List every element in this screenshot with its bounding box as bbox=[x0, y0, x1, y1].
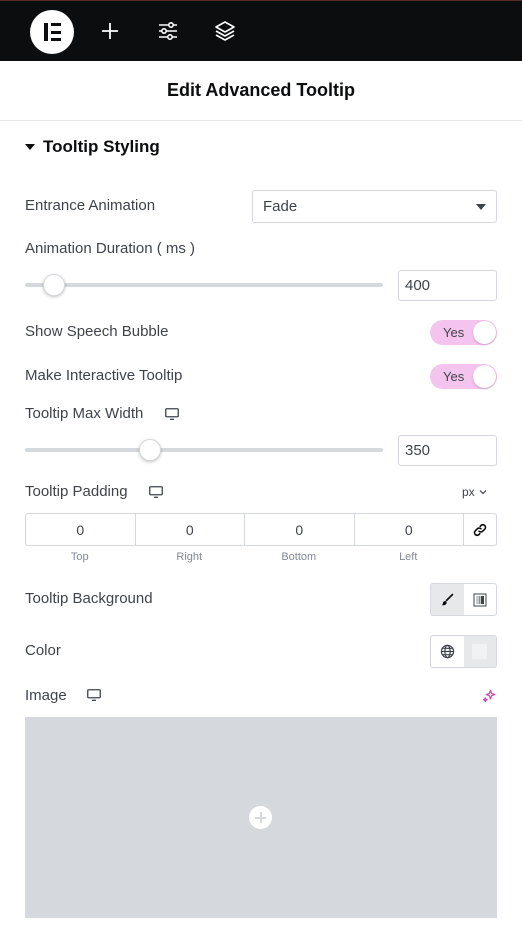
chevron-down-icon bbox=[479, 490, 487, 495]
paint-brush-icon bbox=[441, 593, 454, 605]
global-colors-button[interactable] bbox=[431, 636, 464, 667]
entrance-animation-select[interactable]: Fade bbox=[252, 190, 497, 223]
gradient-icon bbox=[473, 593, 487, 606]
settings-sliders-icon[interactable] bbox=[156, 19, 180, 43]
padding-right-label: Right bbox=[176, 551, 203, 563]
interactive-tooltip-toggle[interactable]: Yes bbox=[430, 364, 497, 389]
color-swatch bbox=[472, 644, 488, 659]
panel-title: Edit Advanced Tooltip bbox=[167, 80, 355, 100]
padding-side-labels: Top Right Bottom Left bbox=[25, 551, 463, 563]
entrance-animation-label: Entrance Animation bbox=[25, 197, 156, 214]
padding-top-label: Top bbox=[70, 551, 89, 563]
section-toggle-tooltip-styling[interactable]: Tooltip Styling bbox=[25, 137, 160, 157]
padding-left-label: Left bbox=[399, 551, 418, 563]
desktop-monitor-icon[interactable] bbox=[87, 689, 101, 701]
padding-unit-value: px bbox=[462, 485, 475, 499]
interactive-tooltip-toggle-label: Yes bbox=[443, 369, 465, 384]
toggle-knob bbox=[473, 321, 496, 344]
background-gradient-button[interactable] bbox=[464, 584, 497, 615]
background-label: Tooltip Background bbox=[25, 590, 153, 607]
desktop-monitor-icon[interactable] bbox=[165, 408, 179, 420]
padding-unit-select[interactable]: px bbox=[462, 485, 487, 499]
speech-bubble-label: Show Speech Bubble bbox=[25, 323, 169, 340]
panel-header: Edit Advanced Tooltip bbox=[0, 61, 522, 121]
layers-icon[interactable] bbox=[213, 19, 237, 43]
max-width-slider-handle[interactable] bbox=[139, 439, 162, 461]
toggle-knob bbox=[473, 365, 496, 388]
background-type-switcher bbox=[430, 583, 497, 616]
padding-inputs: 0 0 0 0 bbox=[25, 513, 497, 546]
link-values-button[interactable] bbox=[463, 513, 497, 546]
add-icon[interactable] bbox=[98, 19, 122, 43]
elementor-logo-icon[interactable] bbox=[30, 10, 74, 54]
add-image-icon[interactable] bbox=[249, 806, 272, 829]
interactive-tooltip-label: Make Interactive Tooltip bbox=[25, 367, 183, 384]
padding-label: Tooltip Padding bbox=[25, 483, 128, 500]
padding-left-input[interactable]: 0 bbox=[353, 513, 463, 546]
animation-duration-slider[interactable] bbox=[25, 283, 383, 287]
image-upload-area[interactable] bbox=[25, 717, 497, 918]
color-label: Color bbox=[25, 642, 61, 659]
animation-duration-label: Animation Duration ( ms ) bbox=[25, 240, 196, 257]
image-label: Image bbox=[25, 687, 67, 704]
link-icon bbox=[473, 523, 487, 536]
ai-sparkle-icon[interactable] bbox=[482, 688, 497, 703]
top-toolbar bbox=[0, 0, 522, 61]
section-title: Tooltip Styling bbox=[43, 137, 160, 156]
padding-bottom-label: Bottom bbox=[281, 551, 317, 563]
color-controls bbox=[430, 635, 497, 668]
max-width-label: Tooltip Max Width bbox=[25, 405, 144, 422]
caret-down-icon bbox=[25, 144, 35, 150]
globe-icon bbox=[440, 644, 454, 659]
background-classic-button[interactable] bbox=[431, 584, 464, 615]
max-width-slider[interactable] bbox=[25, 448, 383, 452]
entrance-animation-value: Fade bbox=[263, 198, 298, 215]
animation-duration-input[interactable]: 400 bbox=[398, 270, 497, 301]
speech-bubble-toggle-label: Yes bbox=[443, 325, 465, 340]
desktop-monitor-icon[interactable] bbox=[149, 486, 163, 498]
chevron-down-icon bbox=[476, 203, 486, 210]
max-width-input[interactable]: 350 bbox=[398, 435, 497, 466]
padding-bottom-input[interactable]: 0 bbox=[244, 513, 354, 546]
padding-right-input[interactable]: 0 bbox=[134, 513, 244, 546]
animation-duration-slider-handle[interactable] bbox=[42, 274, 65, 296]
color-picker-button[interactable] bbox=[463, 636, 496, 667]
speech-bubble-toggle[interactable]: Yes bbox=[430, 320, 497, 345]
padding-top-input[interactable]: 0 bbox=[25, 513, 135, 546]
